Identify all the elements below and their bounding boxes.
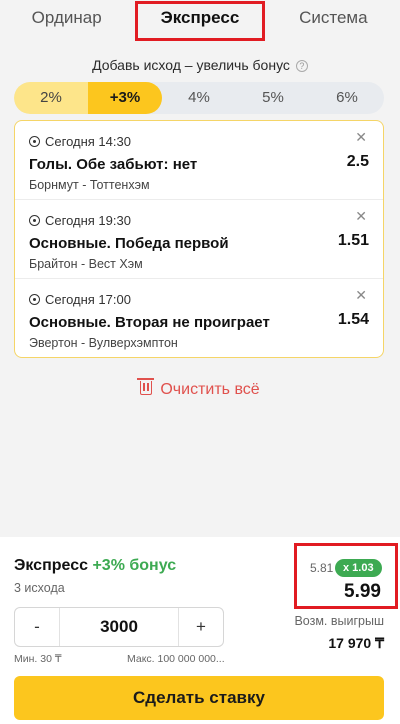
bet-match: Борнмут - Тоттенхэм [29, 178, 150, 192]
bet-slip-footer: Экспресс +3% бонус 3 исхода 5.81 x 1.03 … [0, 537, 400, 724]
bet-match: Брайтон - Вест Хэм [29, 257, 143, 271]
min-stake-label: Мин. 30 ₸ [14, 653, 62, 665]
bet-item: Сегодня 14:30 Голы. Обе забьют: нет Борн… [15, 121, 383, 200]
bet-item: Сегодня 19:30 Основные. Победа первой Бр… [15, 200, 383, 279]
bet-time-text: Сегодня 14:30 [45, 134, 131, 149]
boost-badge: x 1.03 [335, 559, 382, 577]
bet-time-text: Сегодня 19:30 [45, 213, 131, 228]
max-stake-label: Макс. 100 000 000... [127, 653, 225, 665]
bet-market: Основные. Вторая не проиграет [29, 314, 270, 331]
bet-time: Сегодня 14:30 [29, 134, 369, 149]
soccer-ball-icon [29, 136, 40, 147]
possible-win-label: Возм. выигрыш [294, 614, 384, 628]
bet-odd: 1.54 [337, 311, 369, 328]
soccer-ball-icon [29, 215, 40, 226]
tab-express[interactable]: Экспресс [133, 0, 266, 38]
stake-stepper: - 3000 + [14, 607, 224, 647]
tab-system[interactable]: Система [267, 0, 400, 38]
bet-market: Голы. Обе забьют: нет [29, 156, 198, 173]
bet-match: Эвертон - Вулверхэмптон [29, 336, 178, 350]
bonus-title-text: Добавь исход – увеличь бонус [92, 57, 290, 73]
decrease-stake-button[interactable]: - [15, 608, 59, 646]
stake-input[interactable]: 3000 [59, 608, 179, 646]
bonus-progress-bar: 2% +3% 4% 5% 6% [14, 82, 384, 114]
base-odd: 5.81 [310, 561, 334, 575]
express-bonus: +3% бонус [92, 557, 177, 574]
bonus-step-6: 6% [336, 89, 358, 106]
close-icon[interactable]: ✕ [355, 129, 367, 146]
coupon-list: Сегодня 14:30 Голы. Обе забьют: нет Борн… [14, 120, 384, 358]
info-icon[interactable]: ? [295, 60, 308, 72]
close-icon[interactable]: ✕ [355, 287, 367, 304]
bet-time-text: Сегодня 17:00 [45, 292, 131, 307]
soccer-ball-icon [29, 294, 40, 305]
bet-odd: 1.51 [337, 232, 369, 249]
outcome-count: 3 исхода [14, 581, 65, 595]
clear-all-button[interactable]: Очистить всё [0, 378, 400, 399]
clear-all-label: Очистить всё [160, 381, 260, 398]
odds-highlight-box: 5.81 x 1.03 5.99 [294, 543, 398, 609]
increase-stake-button[interactable]: + [179, 608, 223, 646]
bonus-step-4: 4% [188, 89, 210, 106]
express-title-text: Экспресс [14, 557, 88, 574]
bet-item: Сегодня 17:00 Основные. Вторая не проигр… [15, 279, 383, 357]
tab-single[interactable]: Ординар [0, 0, 133, 38]
bet-market: Основные. Победа первой [29, 235, 229, 252]
bet-time: Сегодня 17:00 [29, 292, 369, 307]
bet-odd: 2.5 [346, 153, 369, 170]
express-title: Экспресс +3% бонус [14, 557, 176, 575]
close-icon[interactable]: ✕ [355, 208, 367, 225]
bonus-title: Добавь исход – увеличь бонус? [0, 57, 400, 73]
possible-win-value: 17 970 ₸ [328, 635, 384, 651]
bonus-step-3-current: +3% [88, 82, 162, 114]
total-odd: 5.99 [344, 581, 381, 602]
bonus-step-5: 5% [262, 89, 284, 106]
place-bet-button[interactable]: Сделать ставку [14, 676, 384, 720]
bet-time: Сегодня 19:30 [29, 213, 369, 228]
bet-type-tabs: Ординар Экспресс Система [0, 0, 400, 38]
bonus-step-2: 2% [14, 82, 88, 114]
trash-icon [137, 378, 155, 395]
